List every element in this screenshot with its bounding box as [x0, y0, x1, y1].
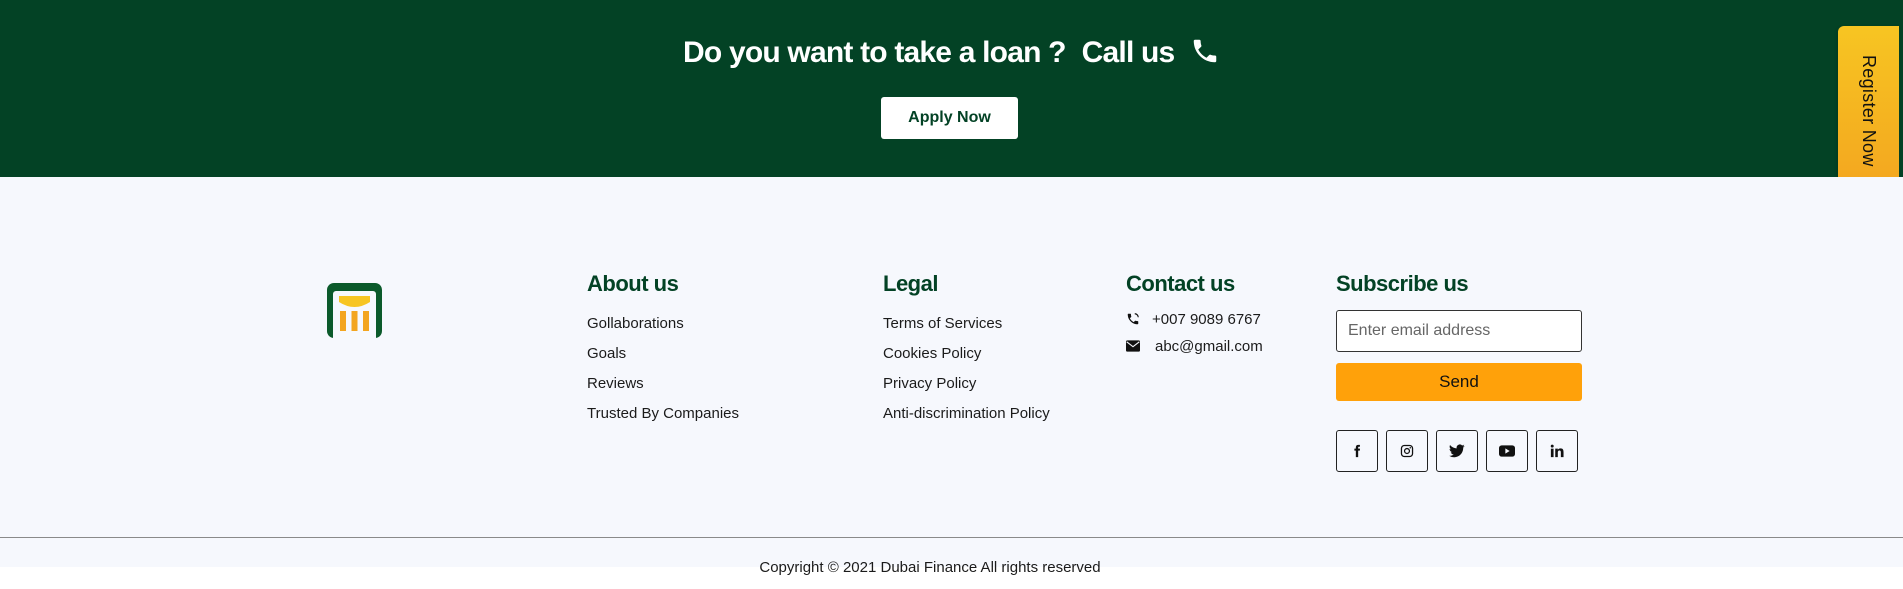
list-item[interactable]: Goals: [587, 345, 739, 375]
copyright-text: Copyright © 2021 Dubai Finance All right…: [759, 559, 1101, 576]
about-link-trusted[interactable]: Trusted By Companies: [587, 405, 739, 422]
phone-ring-icon: [1126, 312, 1140, 326]
email-field[interactable]: [1336, 310, 1582, 352]
subscribe-heading: Subscribe us: [1336, 271, 1469, 296]
about-link-collaborations[interactable]: Gollaborations: [587, 315, 684, 332]
social-links: [1336, 430, 1578, 472]
legal-link-cookies[interactable]: Cookies Policy: [883, 345, 981, 362]
linkedin-icon[interactable]: [1536, 430, 1578, 472]
list-item[interactable]: Trusted By Companies: [587, 405, 739, 435]
cta-heading: Do you want to take a loan ? Call us: [0, 36, 1903, 74]
legal-link-privacy[interactable]: Privacy Policy: [883, 375, 976, 392]
about-us-heading: About us: [587, 271, 679, 296]
facebook-icon[interactable]: [1336, 430, 1378, 472]
youtube-icon[interactable]: [1486, 430, 1528, 472]
footer-divider: [0, 537, 1903, 538]
list-item[interactable]: Anti-discrimination Policy: [883, 405, 1050, 435]
about-us-list: Gollaborations Goals Reviews Trusted By …: [587, 315, 739, 435]
about-link-goals[interactable]: Goals: [587, 345, 626, 362]
send-button[interactable]: Send: [1336, 363, 1582, 401]
cta-question: Do you want to take a loan ?: [683, 36, 1066, 69]
list-item[interactable]: Cookies Policy: [883, 345, 1050, 375]
register-now-tab[interactable]: Register Now: [1838, 26, 1899, 195]
instagram-icon[interactable]: [1386, 430, 1428, 472]
apply-now-button[interactable]: Apply Now: [881, 97, 1018, 139]
contact-email[interactable]: abc@gmail.com: [1126, 336, 1263, 356]
register-now-label: Register Now: [1859, 54, 1879, 167]
legal-list: Terms of Services Cookies Policy Privacy…: [883, 315, 1050, 435]
list-item[interactable]: Terms of Services: [883, 315, 1050, 345]
cta-banner: Do you want to take a loan ? Call us Appl…: [0, 0, 1903, 177]
envelope-icon: [1126, 339, 1140, 353]
contact-email-text: abc@gmail.com: [1155, 337, 1263, 355]
legal-link-terms[interactable]: Terms of Services: [883, 315, 1002, 332]
brand-logo[interactable]: [326, 282, 383, 339]
legal-link-anti-discrimination[interactable]: Anti-discrimination Policy: [883, 405, 1050, 422]
phone-icon[interactable]: [1190, 36, 1220, 74]
contact-phone[interactable]: +007 9089 6767: [1126, 309, 1261, 329]
list-item[interactable]: Privacy Policy: [883, 375, 1050, 405]
contact-phone-text: +007 9089 6767: [1152, 310, 1261, 328]
cta-call-label: Call us: [1081, 36, 1176, 69]
twitter-icon[interactable]: [1436, 430, 1478, 472]
contact-us-heading: Contact us: [1126, 271, 1235, 296]
list-item[interactable]: Gollaborations: [587, 315, 739, 345]
list-item[interactable]: Reviews: [587, 375, 739, 405]
legal-heading: Legal: [883, 271, 938, 296]
about-link-reviews[interactable]: Reviews: [587, 375, 644, 392]
